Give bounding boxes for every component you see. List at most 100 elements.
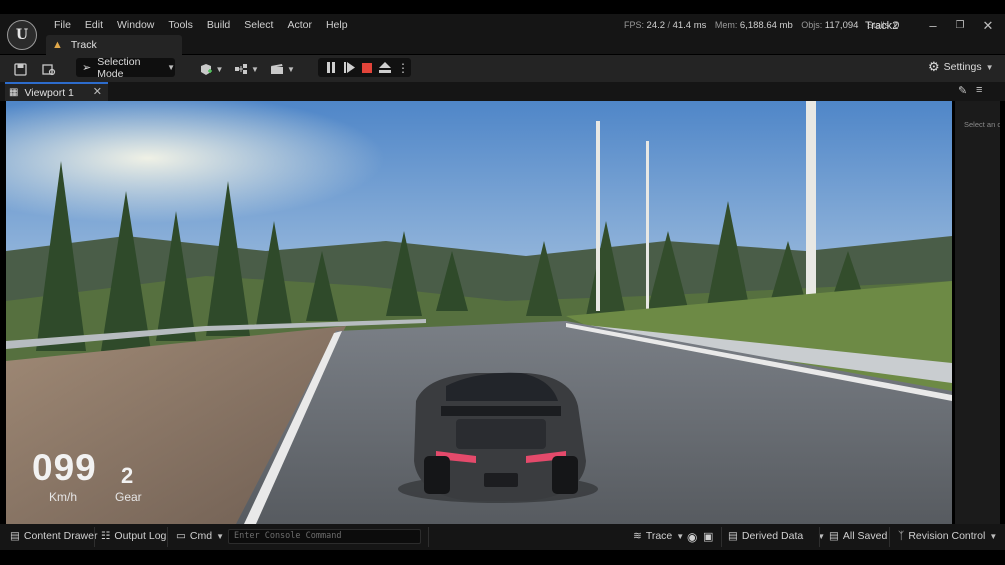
settings-label: Settings	[943, 61, 982, 73]
project-name: Track2	[865, 20, 899, 32]
derived-data-label: Derived Data	[741, 530, 804, 542]
menu-bar: File Edit Window Tools Build Select Acto…	[47, 18, 355, 32]
pause-icon[interactable]	[322, 58, 340, 77]
divider	[428, 527, 429, 547]
record-icon[interactable]: ◉	[687, 530, 697, 544]
divider	[94, 527, 95, 547]
content-drawer-button[interactable]: ▤ Content Drawer	[10, 530, 97, 542]
level-tab-label: Track	[70, 39, 97, 51]
menu-tools[interactable]: Tools	[161, 18, 200, 32]
add-actor-icon	[200, 63, 212, 75]
divider	[167, 527, 168, 547]
console-input[interactable]: Enter Console Command	[228, 529, 421, 544]
content-browse-icon[interactable]	[40, 59, 58, 79]
details-panel: Select an o	[955, 101, 1000, 524]
restore-icon[interactable]: ❐	[952, 20, 968, 31]
content-drawer-label: Content Drawer	[23, 530, 98, 542]
divider	[889, 527, 890, 547]
derived-data-dropdown[interactable]: ▤ Derived Data ▼	[728, 530, 825, 542]
level-tab[interactable]: ▲ Track	[46, 35, 182, 55]
chevron-down-icon: ▼	[676, 531, 685, 541]
content-drawer-icon: ▤	[10, 530, 20, 542]
cinematics-button[interactable]: ▼	[270, 59, 295, 79]
menu-help[interactable]: Help	[319, 18, 355, 32]
perf-stats: FPS: 24.2 / 41.4 ms Mem: 6,188.64 mb Obj…	[624, 20, 899, 31]
gear-readout: 2	[121, 463, 134, 488]
ms-value: 41.4 ms	[672, 20, 707, 31]
chevron-down-icon: ▼	[985, 62, 994, 72]
chevron-down-icon: ▼	[989, 531, 998, 541]
gear-icon: ⚙	[928, 59, 940, 74]
terminal-icon: ▭	[176, 530, 186, 542]
details-panel-icon[interactable]: ≡	[976, 84, 982, 96]
mem-value: 6,188.64 mb	[739, 20, 793, 31]
save-icon[interactable]	[12, 59, 28, 79]
menu-edit[interactable]: Edit	[78, 18, 110, 32]
selection-mode-dropdown[interactable]: ➢ Selection Mode ▼	[76, 55, 175, 80]
close-icon[interactable]: ✕	[980, 18, 996, 34]
play-icon[interactable]	[340, 58, 358, 77]
cmd-dropdown[interactable]: ▭ Cmd ▼	[176, 530, 224, 542]
add-actor-button[interactable]: ▼	[198, 59, 224, 79]
saved-icon: ▤	[829, 530, 839, 542]
trace-icon: ≋	[633, 530, 642, 542]
screenshot-icon[interactable]: ▣	[703, 530, 713, 543]
gear-label: Gear	[115, 490, 142, 504]
close-tab-icon[interactable]: ✕	[93, 85, 102, 98]
pencil-icon[interactable]: ✎	[958, 84, 967, 97]
objs-label: Objs:	[801, 20, 823, 30]
output-log-icon: ☷	[101, 530, 111, 542]
eject-icon[interactable]	[376, 58, 394, 77]
chevron-down-icon: ▼	[251, 64, 259, 74]
objs-value: 117,094	[824, 20, 859, 31]
tab-viewport-1[interactable]: ▦ Viewport 1 ✕	[5, 82, 108, 101]
trace-dropdown[interactable]: ≋ Trace ▼	[633, 530, 684, 542]
revision-control-label: Revision Control	[908, 530, 986, 542]
revision-control-dropdown[interactable]: ᛉ Revision Control ▼	[898, 530, 997, 542]
viewport-icon: ▦	[9, 87, 19, 98]
clapperboard-icon	[271, 64, 284, 74]
divider	[721, 527, 722, 547]
viewport-tab-row	[0, 82, 1005, 101]
fps-value: 24.2	[646, 20, 666, 31]
menu-file[interactable]: File	[47, 18, 78, 32]
stop-icon[interactable]	[358, 58, 376, 77]
chevron-down-icon: ▼	[167, 63, 175, 72]
level-viewport[interactable]: 099 Km/h 2 Gear	[6, 101, 952, 524]
settings-button[interactable]: ⚙ Settings ▼	[928, 59, 994, 75]
trace-label: Trace	[645, 530, 673, 542]
unreal-logo-icon[interactable]: U	[7, 20, 37, 50]
chevron-down-icon: ▼	[216, 531, 225, 541]
all-saved-label: All Saved	[842, 530, 888, 542]
output-log-label: Output Log	[114, 530, 167, 542]
cmd-label: Cmd	[189, 530, 213, 542]
chevron-down-icon: ▼	[215, 64, 224, 74]
all-saved-button[interactable]: ▤ All Saved	[829, 530, 887, 542]
output-log-button[interactable]: ☷ Output Log	[101, 530, 166, 542]
level-icon: ▲	[52, 39, 63, 51]
scene-render	[6, 101, 952, 524]
viewport-tab-label: Viewport 1	[24, 86, 74, 99]
branch-icon: ᛉ	[898, 530, 905, 542]
fps-label: FPS:	[624, 20, 645, 30]
speed-readout: 099	[32, 447, 97, 488]
cursor-icon: ➢	[82, 62, 92, 74]
derived-data-icon: ▤	[728, 530, 738, 542]
blueprint-button[interactable]: ▼	[233, 59, 260, 79]
selection-mode-label: Selection Mode	[97, 55, 141, 80]
kebab-icon[interactable]: ⋮	[394, 58, 412, 77]
minimize-icon[interactable]: –	[925, 18, 941, 33]
mem-label: Mem:	[714, 20, 738, 30]
speed-unit: Km/h	[49, 490, 78, 504]
blueprint-icon	[235, 64, 248, 74]
chevron-down-icon: ▼	[287, 64, 295, 74]
menu-select[interactable]: Select	[237, 18, 280, 32]
ms-label: /	[667, 20, 671, 30]
divider	[819, 527, 820, 547]
letterbox-bottom	[0, 550, 1005, 565]
menu-window[interactable]: Window	[110, 18, 161, 32]
menu-build[interactable]: Build	[200, 18, 237, 32]
letterbox-top	[0, 0, 1005, 14]
menu-actor[interactable]: Actor	[280, 18, 319, 32]
play-controls: ⋮	[318, 58, 411, 77]
